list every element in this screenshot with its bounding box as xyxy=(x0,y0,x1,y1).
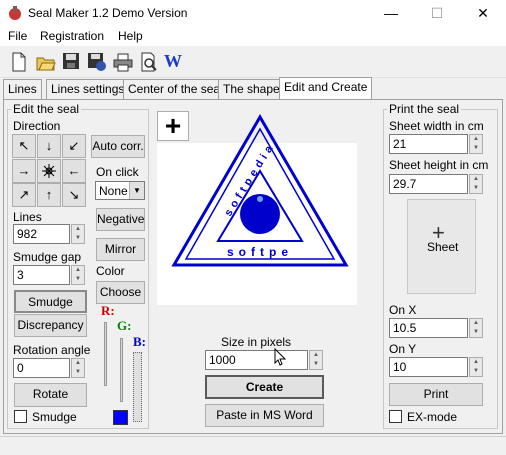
close-button[interactable]: ✕ xyxy=(460,0,506,26)
on-y-label: On Y xyxy=(389,342,417,356)
smudge-checkbox-label: Smudge xyxy=(32,410,77,424)
size-in-pixels-input[interactable]: 1000 xyxy=(205,350,308,370)
color-swatch xyxy=(113,410,128,425)
blue-channel-label: B: xyxy=(133,334,146,349)
arrow-up-left-button[interactable]: ↖ xyxy=(12,134,36,158)
red-channel-label: R: xyxy=(101,303,115,318)
menu-registration[interactable]: Registration xyxy=(40,29,104,43)
minimize-button[interactable]: — xyxy=(368,0,414,26)
sheet-label: Sheet xyxy=(427,240,459,254)
tab-edit-and-create[interactable]: Edit and Create xyxy=(279,77,373,100)
smudge-button[interactable]: Smudge xyxy=(14,290,87,313)
edit-seal-group-title: Edit the seal xyxy=(11,102,82,116)
sheet-width-label: Sheet width in cm xyxy=(389,119,484,133)
window-title: Seal Maker 1.2 Demo Version xyxy=(28,6,188,20)
auto-corr-button[interactable]: Auto corr. xyxy=(91,135,145,158)
color-label: Color xyxy=(96,264,125,278)
ex-mode-label: EX-mode xyxy=(407,410,458,424)
size-in-pixels-label: Size in pixels xyxy=(221,335,292,349)
on-x-label: On X xyxy=(389,303,417,317)
print-seal-group-title: Print the seal xyxy=(387,102,462,116)
open-folder-icon[interactable] xyxy=(36,52,56,72)
discrepancy-button[interactable]: Discrepancy xyxy=(14,314,87,337)
on-x-input[interactable]: 10.5 xyxy=(389,318,468,338)
green-slider[interactable] xyxy=(120,338,123,402)
smudge-gap-spinner[interactable]: ▲ ▼ xyxy=(71,265,85,285)
negative-button[interactable]: Negative xyxy=(96,208,145,231)
on-click-value: None xyxy=(99,184,128,198)
rotation-angle-spinner[interactable]: ▲ ▼ xyxy=(71,358,85,378)
status-bar xyxy=(0,436,506,455)
tab-lines[interactable]: Lines xyxy=(3,79,42,99)
seal-preview: softpedia softpe xyxy=(170,113,350,273)
smudge-checkbox[interactable] xyxy=(14,410,27,423)
size-in-pixels-spinner[interactable]: ▲ ▼ xyxy=(309,350,323,370)
sheet-width-spinner[interactable]: ▲ ▼ xyxy=(469,134,483,154)
printer-icon[interactable] xyxy=(113,52,133,72)
sheet-height-label: Sheet height in cm xyxy=(389,158,489,172)
word-export-icon[interactable]: W xyxy=(164,51,182,72)
lines-spinner[interactable]: ▲ ▼ xyxy=(71,224,85,244)
on-y-spinner[interactable]: ▲ ▼ xyxy=(469,357,483,377)
ex-mode-checkbox[interactable] xyxy=(389,410,402,423)
print-preview-icon[interactable] xyxy=(139,52,159,72)
rotation-angle-label: Rotation angle xyxy=(13,343,91,357)
choose-color-button[interactable]: Choose xyxy=(96,281,145,304)
center-move-button[interactable] xyxy=(37,159,61,183)
tab-lines-settings[interactable]: Lines settings xyxy=(46,79,130,99)
arrow-down-right-button[interactable]: ↘ xyxy=(62,183,86,207)
print-button[interactable]: Print xyxy=(389,383,483,406)
lines-input[interactable]: 982 xyxy=(13,224,70,244)
save-icon[interactable] xyxy=(62,52,82,72)
arrow-left-button[interactable]: ← xyxy=(62,159,86,183)
green-channel-label: G: xyxy=(117,318,132,333)
sheet-width-input[interactable]: 21 xyxy=(389,134,468,154)
arrow-up-right-button[interactable]: ↗ xyxy=(12,183,36,207)
rotate-button[interactable]: Rotate xyxy=(14,383,87,407)
chevron-down-icon: ▼ xyxy=(129,182,144,199)
on-y-input[interactable]: 10 xyxy=(389,357,468,377)
on-click-label: On click xyxy=(96,165,139,179)
sheet-height-spinner[interactable]: ▲ ▼ xyxy=(469,174,483,194)
tab-center-of-seal[interactable]: Center of the seal xyxy=(123,79,228,99)
lines-label: Lines xyxy=(13,210,42,224)
blue-slider[interactable] xyxy=(133,352,142,422)
save-as-icon[interactable] xyxy=(87,52,107,72)
smudge-gap-input[interactable]: 3 xyxy=(13,265,70,285)
seal-bottom-text: softpe xyxy=(227,245,293,259)
mirror-button[interactable]: Mirror xyxy=(96,238,145,261)
arrow-right-button[interactable]: → xyxy=(12,159,36,183)
tab-the-shape[interactable]: The shape xyxy=(218,79,285,99)
menu-help[interactable]: Help xyxy=(118,29,143,43)
smudge-gap-label: Smudge gap xyxy=(13,250,82,264)
app-icon xyxy=(7,5,23,21)
maximize-button[interactable]: ☐ xyxy=(414,0,460,26)
arrow-down-button[interactable]: ↓ xyxy=(37,134,61,158)
on-x-spinner[interactable]: ▲ ▼ xyxy=(469,318,483,338)
mouse-cursor-icon xyxy=(274,347,287,366)
red-slider[interactable] xyxy=(104,322,107,386)
menu-file[interactable]: File xyxy=(8,29,27,43)
create-button[interactable]: Create xyxy=(205,375,324,399)
arrow-up-button[interactable]: ↑ xyxy=(37,183,61,207)
sheet-height-input[interactable]: 29.7 xyxy=(389,174,468,194)
on-click-select[interactable]: None ▼ xyxy=(95,181,145,200)
rotation-angle-input[interactable]: 0 xyxy=(13,358,70,378)
arrow-down-left-button[interactable]: ↙ xyxy=(62,134,86,158)
paste-in-word-button[interactable]: Paste in MS Word xyxy=(205,404,324,427)
direction-label: Direction xyxy=(13,119,61,133)
new-document-icon[interactable] xyxy=(10,52,30,72)
